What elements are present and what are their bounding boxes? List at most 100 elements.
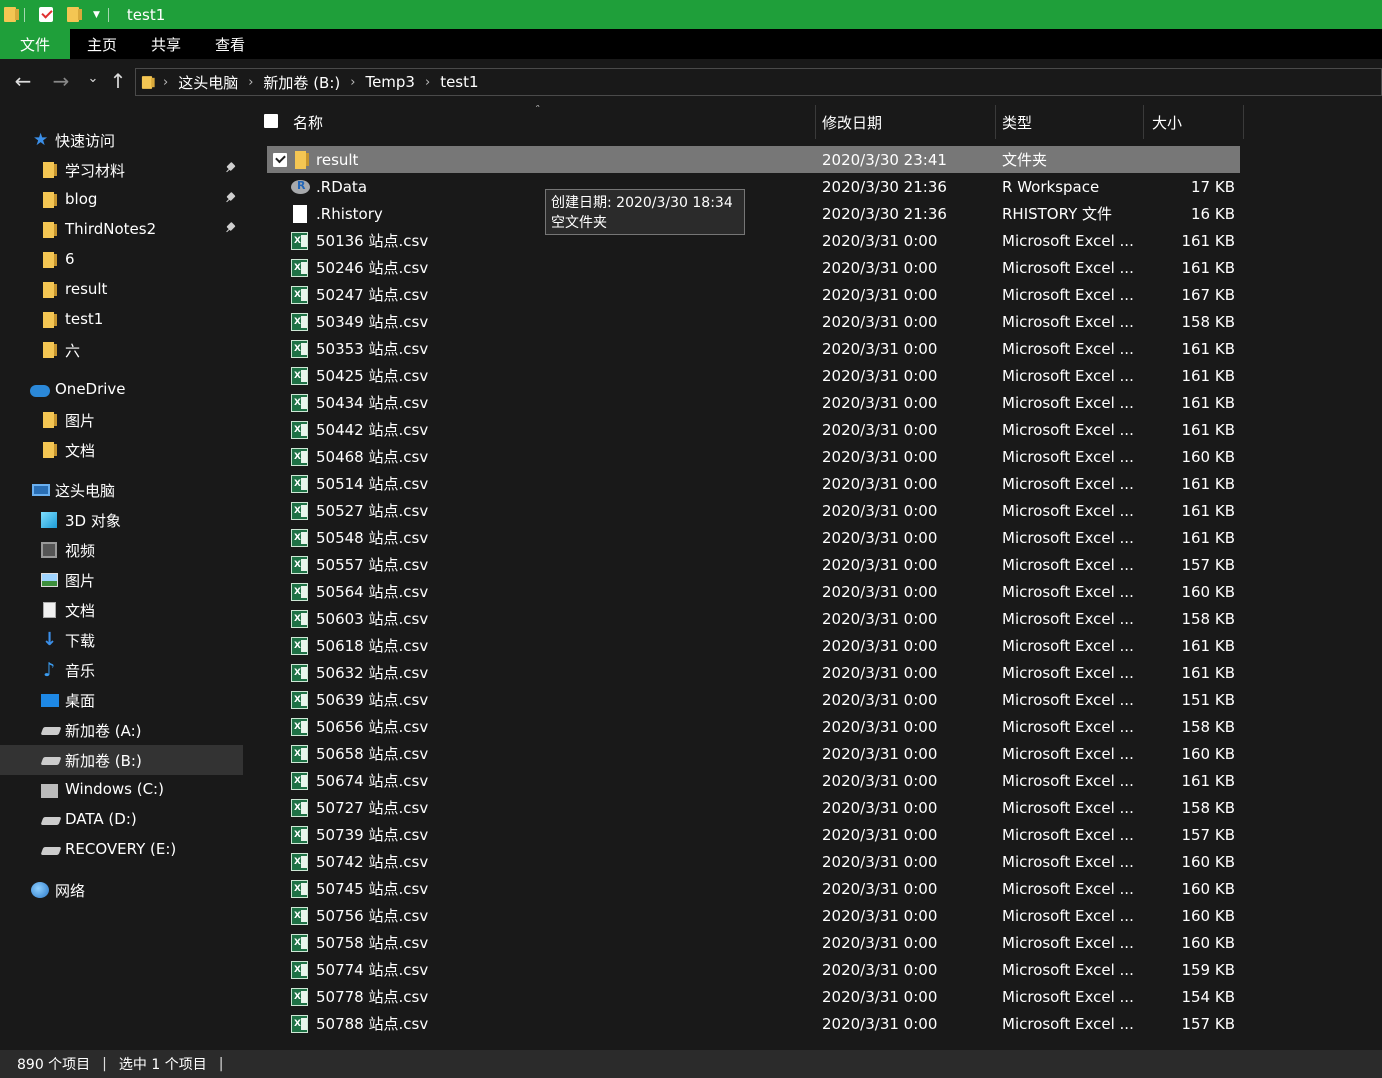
column-type[interactable]: 类型 [996, 105, 1144, 139]
file-row[interactable]: X 50442 站点.csv 2020/3/31 0:00 Microsoft Exc… [267, 416, 1240, 443]
file-row[interactable]: X 50758 站点.csv 2020/3/31 0:00 Microsoft Exc… [267, 929, 1240, 956]
column-size[interactable]: 大小 [1144, 105, 1244, 139]
file-size: 161 KB [1181, 528, 1235, 547]
column-name[interactable]: 名称 [247, 105, 816, 139]
breadcrumb-this-pc[interactable]: 这头电脑 [178, 72, 238, 93]
sidebar-item-documents[interactable]: 文档 [0, 595, 243, 625]
properties-icon[interactable] [39, 7, 53, 22]
sidebar-item-pictures[interactable]: 图片 [0, 565, 243, 595]
breadcrumb-test1[interactable]: test1 [440, 73, 478, 91]
tooltip-empty-folder: 空文件夹 [551, 215, 607, 231]
file-row[interactable]: X 50778 站点.csv 2020/3/31 0:00 Microsoft Exc… [267, 983, 1240, 1010]
file-row[interactable]: X 50548 站点.csv 2020/3/31 0:00 Microsoft Exc… [267, 524, 1240, 551]
tab-view[interactable]: 查看 [198, 29, 262, 59]
file-row[interactable]: result 2020/3/30 23:41 文件夹 [267, 146, 1240, 173]
column-date[interactable]: 修改日期 [816, 105, 996, 139]
sidebar-item-drive-b[interactable]: 新加卷 (B:) [0, 745, 243, 775]
file-row[interactable]: X 50353 站点.csv 2020/3/31 0:00 Microsoft Exc… [267, 335, 1240, 362]
sidebar-item-drive-d[interactable]: DATA (D:) [0, 805, 243, 835]
file-row[interactable]: X 50136 站点.csv 2020/3/31 0:00 Microsoft Exc… [267, 227, 1240, 254]
row-checkbox[interactable] [273, 153, 287, 167]
file-row[interactable]: X 50658 站点.csv 2020/3/31 0:00 Microsoft Exc… [267, 740, 1240, 767]
drive-icon [40, 817, 62, 825]
sidebar-item-downloads[interactable]: ↓ 下载 [0, 625, 243, 655]
file-row[interactable]: X 50639 站点.csv 2020/3/31 0:00 Microsoft Exc… [267, 686, 1240, 713]
file-row[interactable]: .RData 2020/3/30 21:36 R Workspace 17 KB [267, 173, 1240, 200]
file-row[interactable]: X 50656 站点.csv 2020/3/31 0:00 Microsoft Exc… [267, 713, 1240, 740]
picture-icon [41, 573, 58, 587]
file-row[interactable]: X 50603 站点.csv 2020/3/31 0:00 Microsoft Exc… [267, 605, 1240, 632]
file-date: 2020/3/31 0:00 [822, 339, 938, 358]
file-name: .Rhistory [316, 204, 383, 223]
file-row[interactable]: X 50727 站点.csv 2020/3/31 0:00 Microsoft Exc… [267, 794, 1240, 821]
up-arrow-icon[interactable]: ↑ [103, 69, 133, 93]
file-row[interactable]: X 50632 站点.csv 2020/3/31 0:00 Microsoft Exc… [267, 659, 1240, 686]
sidebar-item-onedrive[interactable]: OneDrive [0, 375, 243, 405]
tab-home[interactable]: 主页 [70, 29, 134, 59]
sidebar-item-liu[interactable]: 六 [0, 335, 243, 365]
tab-share[interactable]: 共享 [134, 29, 198, 59]
file-row[interactable]: X 50788 站点.csv 2020/3/31 0:00 Microsoft Exc… [267, 1010, 1240, 1037]
breadcrumb-chevron-icon[interactable]: › [163, 75, 168, 90]
sidebar-item-onedrive-pictures[interactable]: 图片 [0, 405, 243, 435]
file-type: Microsoft Excel ... [1002, 1014, 1134, 1033]
sidebar-item-music[interactable]: ♪ 音乐 [0, 655, 243, 685]
file-row[interactable]: X 50742 站点.csv 2020/3/31 0:00 Microsoft Exc… [267, 848, 1240, 875]
breadcrumb-temp3[interactable]: Temp3 [365, 73, 415, 91]
sidebar-item-this-pc[interactable]: 这头电脑 [0, 475, 243, 505]
file-name: 50514 站点.csv [316, 475, 429, 493]
file-row[interactable]: X 50564 站点.csv 2020/3/31 0:00 Microsoft Exc… [267, 578, 1240, 605]
file-name: 50442 站点.csv [316, 421, 429, 439]
sidebar-item-3d-objects[interactable]: 3D 对象 [0, 505, 243, 535]
breadcrumb-drive-b[interactable]: 新加卷 (B:) [263, 72, 340, 93]
file-row[interactable]: .Rhistory 2020/3/30 21:36 RHISTORY 文件 16 KB [267, 200, 1240, 227]
breadcrumb-chevron-icon[interactable]: › [425, 75, 430, 90]
computer-icon [32, 484, 50, 496]
sidebar-item-drive-a[interactable]: 新加卷 (A:) [0, 715, 243, 745]
column-header: ˄ 名称 修改日期 类型 大小 [247, 105, 1382, 139]
file-row[interactable]: X 50745 站点.csv 2020/3/31 0:00 Microsoft Exc… [267, 875, 1240, 902]
file-name: 50564 站点.csv [316, 583, 429, 601]
file-row[interactable]: X 50618 站点.csv 2020/3/31 0:00 Microsoft Exc… [267, 632, 1240, 659]
tab-file[interactable]: 文件 [0, 29, 70, 59]
sidebar-item-test1[interactable]: test1 [0, 305, 243, 335]
file-row[interactable]: X 50514 站点.csv 2020/3/31 0:00 Microsoft Exc… [267, 470, 1240, 497]
file-name: 50778 站点.csv [316, 988, 429, 1006]
sidebar-item-quick-access[interactable]: ★ 快速访问 [0, 125, 243, 155]
file-row[interactable]: X 50434 站点.csv 2020/3/31 0:00 Microsoft Exc… [267, 389, 1240, 416]
sidebar-item-drive-e[interactable]: RECOVERY (E:) [0, 835, 243, 865]
sidebar-item-onedrive-documents[interactable]: 文档 [0, 435, 243, 465]
file-row[interactable]: X 50468 站点.csv 2020/3/31 0:00 Microsoft Exc… [267, 443, 1240, 470]
sidebar-item-result[interactable]: result [0, 275, 243, 305]
sidebar-item-desktop[interactable]: 桌面 [0, 685, 243, 715]
file-name: 50468 站点.csv [316, 448, 429, 466]
file-row[interactable]: X 50674 站点.csv 2020/3/31 0:00 Microsoft Exc… [267, 767, 1240, 794]
music-icon: ♪ [43, 659, 56, 681]
sidebar-item-videos[interactable]: 视频 [0, 535, 243, 565]
back-arrow-icon[interactable]: ← [8, 69, 38, 93]
new-folder-icon[interactable] [67, 7, 82, 22]
sidebar-item-study-materials[interactable]: 学习材料 [0, 155, 243, 185]
sidebar-item-blog[interactable]: blog [0, 185, 243, 215]
r-workspace-icon [291, 179, 310, 194]
file-row[interactable]: X 50349 站点.csv 2020/3/31 0:00 Microsoft Exc… [267, 308, 1240, 335]
file-row[interactable]: X 50527 站点.csv 2020/3/31 0:00 Microsoft Exc… [267, 497, 1240, 524]
file-row[interactable]: X 50739 站点.csv 2020/3/31 0:00 Microsoft Exc… [267, 821, 1240, 848]
address-bar[interactable]: › 这头电脑 › 新加卷 (B:) › Temp3 › test1 [135, 68, 1382, 96]
sidebar-item-network[interactable]: 网络 [0, 875, 243, 905]
breadcrumb-chevron-icon[interactable]: › [248, 75, 253, 90]
file-row[interactable]: X 50425 站点.csv 2020/3/31 0:00 Microsoft Exc… [267, 362, 1240, 389]
breadcrumb-chevron-icon[interactable]: › [350, 75, 355, 90]
file-row[interactable]: X 50557 站点.csv 2020/3/31 0:00 Microsoft Exc… [267, 551, 1240, 578]
forward-arrow-icon[interactable]: → [46, 69, 76, 93]
sidebar-item-6[interactable]: 6 [0, 245, 243, 275]
file-row[interactable]: X 50774 站点.csv 2020/3/31 0:00 Microsoft Exc… [267, 956, 1240, 983]
quick-access-dropdown-icon[interactable]: ▼ [93, 10, 100, 20]
file-row[interactable]: X 50246 站点.csv 2020/3/31 0:00 Microsoft Exc… [267, 254, 1240, 281]
file-row[interactable]: X 50247 站点.csv 2020/3/31 0:00 Microsoft Exc… [267, 281, 1240, 308]
sidebar-item-drive-c[interactable]: Windows (C:) [0, 775, 243, 805]
file-date: 2020/3/30 21:36 [822, 177, 947, 196]
sidebar-item-thirdnotes2[interactable]: ThirdNotes2 [0, 215, 243, 245]
folder-icon [43, 162, 59, 178]
file-row[interactable]: X 50756 站点.csv 2020/3/31 0:00 Microsoft Exc… [267, 902, 1240, 929]
